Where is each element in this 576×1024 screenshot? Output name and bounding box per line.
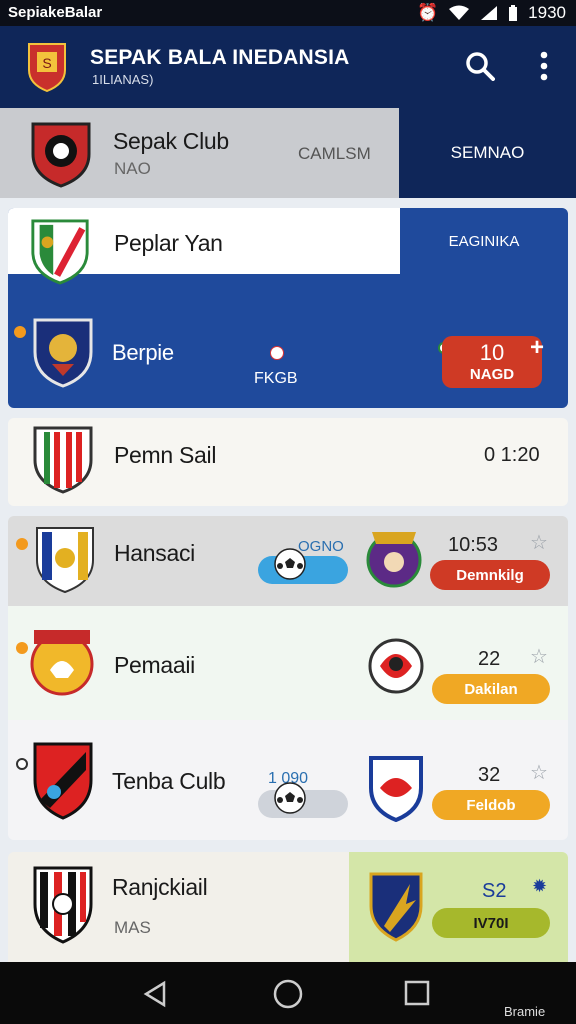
club-name: Sepak Club [113, 128, 229, 154]
add-icon[interactable]: + [530, 334, 544, 362]
app-title: SEPAK BALA INEDANSIA [90, 46, 350, 69]
system-nav-bar: Bramie [0, 962, 576, 1024]
team-crest [36, 527, 94, 594]
team-crest [33, 866, 93, 944]
event-icon [270, 346, 284, 360]
recents-icon[interactable] [404, 980, 430, 1006]
star-icon[interactable]: ☆ [530, 760, 548, 785]
svg-text:S: S [42, 55, 51, 71]
status-time: 1930 [528, 3, 566, 22]
star-icon[interactable]: ☆ [530, 530, 548, 555]
corner-text: Bramie [504, 1004, 546, 1019]
star-icon[interactable]: ☆ [530, 644, 548, 669]
match-card[interactable]: Tenba Culb 1 090 32 ☆ Feldob [8, 720, 568, 840]
match-card[interactable]: Hansaci OGNO 10:53 ☆ Demnkilg [8, 516, 568, 606]
match-card-featured[interactable]: Peplar Yan EAGINIKA Berpie FKGB 10 NAGD … [8, 208, 568, 408]
match-status-pill: Demnkilg [430, 560, 550, 590]
tab-semnao[interactable]: SEMNAO [399, 108, 576, 198]
team-crest [33, 742, 93, 820]
status-icons: ⏰ 1930 [417, 3, 566, 23]
menu-dots-icon [540, 51, 548, 81]
match-status-pill: Dakilan [432, 674, 550, 704]
opponent-crest [369, 872, 423, 942]
club-crest [31, 122, 91, 188]
soccer-ball-icon [274, 548, 306, 580]
match-time: 10:53 [448, 534, 499, 556]
home-icon[interactable] [272, 978, 304, 1010]
overflow-menu-button[interactable] [524, 46, 564, 86]
settings-icon[interactable]: ✹ [532, 876, 547, 897]
soccer-ball-icon [274, 782, 306, 814]
match-team-name: Pemn Sail [114, 442, 217, 468]
score-value: 10 [479, 340, 505, 365]
opponent-crest [369, 756, 423, 822]
match-team-name: Ranjckiail [112, 874, 208, 900]
live-dot [16, 538, 28, 550]
match-team-name: Hansaci [114, 540, 195, 566]
match-card[interactable]: Pemn Sail 0 1:20 [8, 418, 568, 506]
match-time: 22 [478, 648, 501, 670]
match-time: 0 1:20 [484, 444, 540, 466]
opponent-crest [368, 638, 424, 694]
live-dot [14, 326, 26, 338]
status-app-name: SepiakeBalar [8, 4, 103, 21]
match-card[interactable]: Pemaaii 22 ☆ Dakilan [8, 606, 568, 720]
club-tab[interactable]: Sepak Club NAO CAMLSM [0, 108, 399, 198]
search-button[interactable] [460, 46, 500, 86]
alarm-icon: ⏰ [417, 3, 439, 22]
match-team-name: Berpie [112, 340, 174, 365]
team-crest [33, 426, 93, 494]
score-badge[interactable]: 10 NAGD [442, 336, 542, 388]
match-status-pill: IV70I [432, 908, 550, 938]
back-icon[interactable] [142, 980, 170, 1008]
app-logo: S [28, 43, 66, 92]
app-subtitle: 1ILIANAS) [92, 72, 154, 87]
match-card[interactable]: Ranjckiail MAS S2 ✹ IV70I [8, 852, 568, 962]
match-time: 32 [478, 764, 501, 786]
match-status-pill: Feldob [432, 790, 550, 820]
match-team-name: Peplar Yan [114, 230, 223, 256]
app-bar: S SEPAK BALA INEDANSIA 1ILIANAS) [0, 26, 576, 108]
status-dot [16, 758, 28, 770]
match-team-name: Pemaaii [114, 652, 195, 678]
match-time: S2 [482, 880, 507, 902]
team-crest [30, 630, 94, 696]
club-sub: NAO [114, 159, 151, 178]
live-dot [16, 642, 28, 654]
match-badge: EAGINIKA [448, 232, 520, 250]
search-icon [466, 52, 495, 81]
wifi-icon [449, 5, 470, 20]
team-crest [31, 219, 89, 285]
club-tab-row: Sepak Club NAO CAMLSM SEMNAO [0, 108, 576, 198]
team-crest [33, 318, 93, 388]
signal-icon [481, 6, 498, 20]
club-mid-label: CAMLSM [298, 144, 371, 163]
match-sub: MAS [114, 918, 151, 937]
status-bar: SepiakeBalar ⏰ 1930 [0, 0, 576, 26]
match-team-name: Tenba Culb [112, 768, 226, 794]
battery-icon [509, 4, 518, 21]
opponent-crest [366, 532, 422, 588]
match-center-label: FKGB [254, 370, 298, 387]
score-status: NAGD [469, 366, 515, 383]
